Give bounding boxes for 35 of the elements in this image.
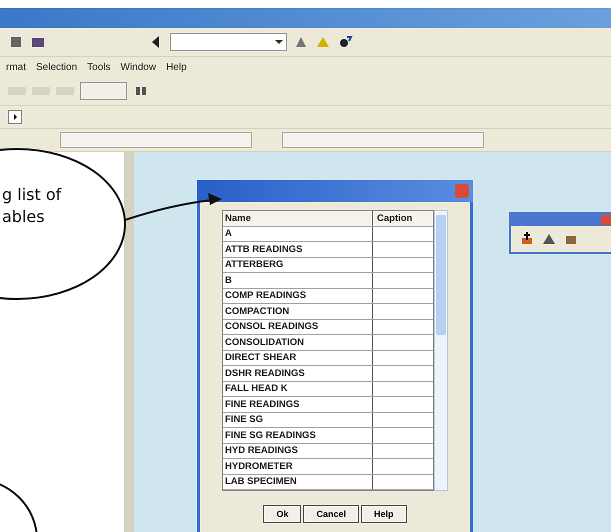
menu-item[interactable]: Selection bbox=[36, 62, 78, 72]
table-cell[interactable]: LAB SPECIMEN bbox=[223, 474, 373, 489]
menu-item[interactable]: Tools bbox=[87, 62, 110, 72]
dialog-button[interactable]: Ok bbox=[263, 505, 302, 523]
table-cell[interactable]: FINE READINGS bbox=[223, 397, 373, 412]
table-cell[interactable]: HYD READINGS bbox=[223, 444, 373, 458]
table-cell[interactable]: FINE SG bbox=[223, 412, 373, 427]
table-cell[interactable]: DIRECT SHEAR bbox=[223, 350, 373, 365]
column-header: Name bbox=[223, 211, 373, 226]
toolbar-icon[interactable] bbox=[519, 230, 535, 246]
dropdown-button[interactable] bbox=[8, 110, 22, 124]
scroll-bar[interactable] bbox=[434, 210, 448, 491]
table-cell[interactable]: ATTB READINGS bbox=[223, 242, 373, 256]
callout-text: g list of ables bbox=[2, 184, 62, 228]
table-cell[interactable]: HYDROMETER bbox=[223, 459, 373, 474]
table-cell[interactable]: CONSOL READINGS bbox=[223, 320, 373, 334]
menu-item[interactable]: rmat bbox=[6, 62, 26, 72]
table-cell[interactable]: ATTERBERG bbox=[223, 258, 373, 272]
dialog-button[interactable]: Help bbox=[361, 505, 407, 523]
table-cell[interactable]: CONSOLIDATION bbox=[223, 335, 373, 350]
object-field[interactable] bbox=[60, 132, 252, 148]
dialog-button[interactable]: Cancel bbox=[303, 505, 359, 523]
zoom-combo[interactable] bbox=[170, 33, 287, 51]
menu-item[interactable]: Window bbox=[120, 62, 156, 72]
table-cell[interactable]: DSHR READINGS bbox=[223, 366, 373, 380]
size-field[interactable] bbox=[80, 82, 127, 100]
table-cell[interactable]: A bbox=[223, 226, 373, 241]
table-cell[interactable]: FALL HEAD K bbox=[223, 382, 373, 396]
column-header: Caption bbox=[376, 212, 414, 224]
table-cell[interactable]: FINE SG READINGS bbox=[223, 428, 373, 442]
menu-item[interactable]: Help bbox=[166, 62, 187, 72]
table-cell[interactable]: COMPACTION bbox=[223, 304, 373, 318]
table-cell[interactable]: B bbox=[223, 273, 373, 288]
table-cell[interactable]: COMP READINGS bbox=[223, 288, 373, 303]
property-field[interactable] bbox=[282, 132, 484, 148]
